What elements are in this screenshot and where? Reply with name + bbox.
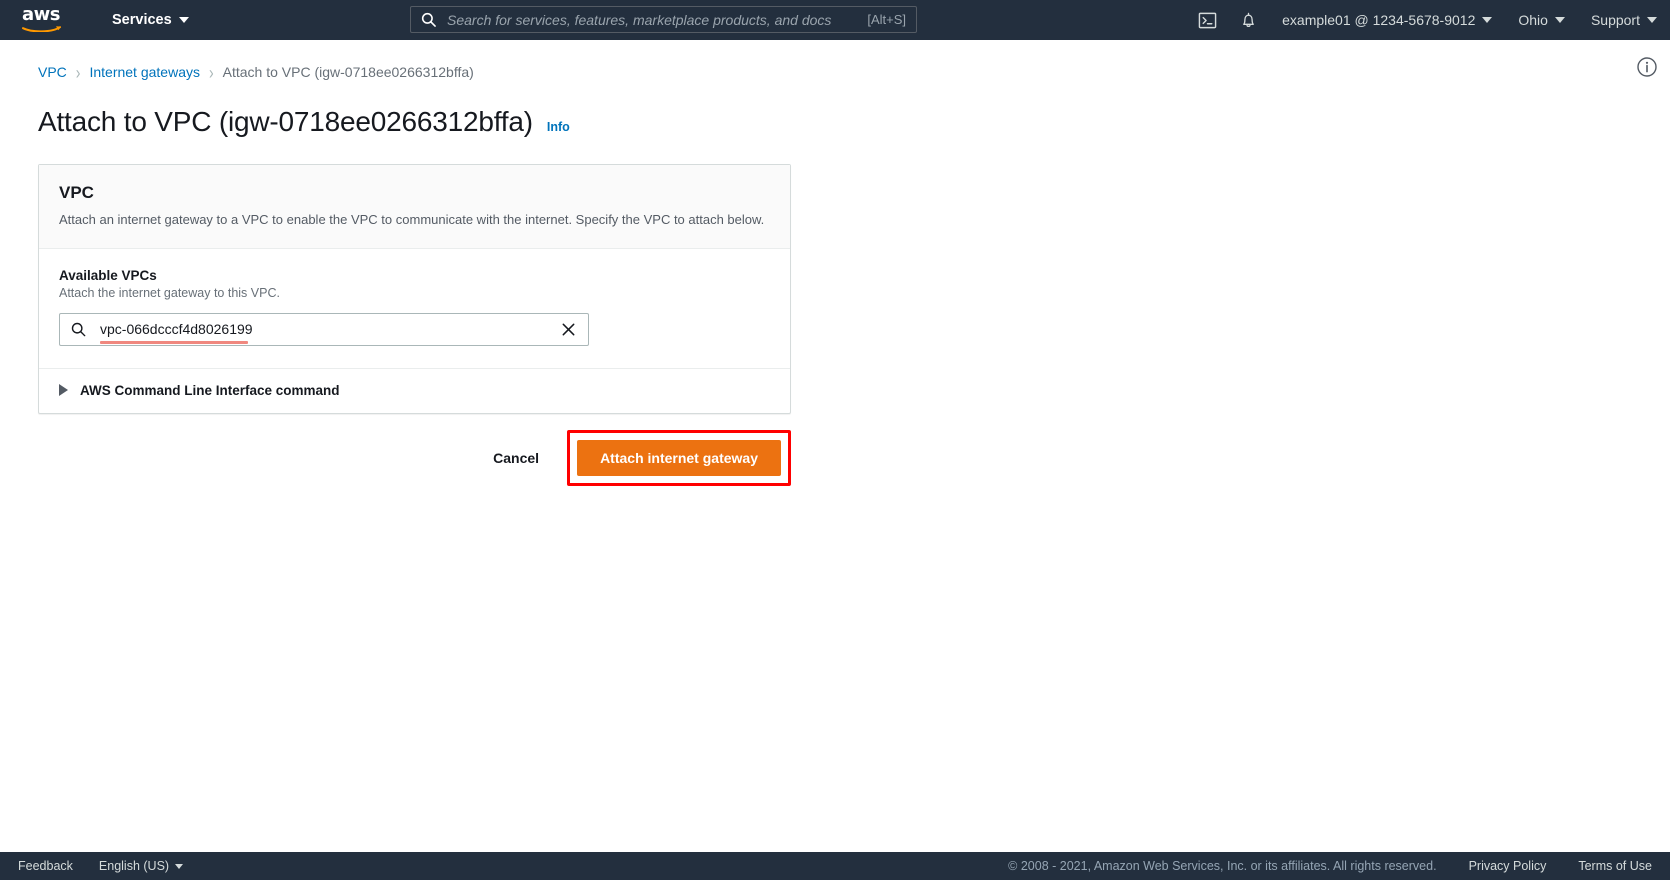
attach-internet-gateway-button[interactable]: Attach internet gateway	[577, 440, 781, 476]
chevron-down-icon	[1555, 17, 1565, 23]
cancel-button[interactable]: Cancel	[475, 442, 557, 474]
chevron-down-icon	[179, 17, 189, 23]
top-nav-right-group: example01 @ 1234-5678-9012 Ohio Support	[1187, 0, 1670, 40]
global-search-placeholder: Search for services, features, marketpla…	[447, 12, 867, 28]
search-icon	[421, 12, 436, 27]
account-menu-button[interactable]: example01 @ 1234-5678-9012	[1269, 0, 1505, 40]
search-icon	[71, 322, 86, 337]
page-info-link[interactable]: Info	[547, 120, 570, 134]
chevron-down-icon	[1482, 17, 1492, 23]
available-vpcs-label: Available VPCs	[59, 268, 770, 283]
vpc-select-value-wrapper: vpc-066dcccf4d8026199	[100, 321, 560, 337]
breadcrumb-item-vpc[interactable]: VPC	[38, 64, 67, 80]
available-vpcs-description: Attach the internet gateway to this VPC.	[59, 286, 770, 300]
vpc-card-header: VPC Attach an internet gateway to a VPC …	[39, 165, 790, 249]
cli-command-label: AWS Command Line Interface command	[80, 383, 340, 398]
bell-icon	[1239, 11, 1258, 30]
services-menu-label: Services	[112, 12, 172, 28]
chevron-right-icon	[59, 384, 68, 396]
breadcrumb-separator: ›	[209, 61, 214, 83]
vpc-card-description: Attach an internet gateway to a VPC to e…	[59, 211, 770, 229]
services-menu-button[interactable]: Services	[112, 12, 189, 28]
vpc-card-heading: VPC	[59, 183, 770, 203]
page-footer: Feedback English (US) © 2008 - 2021, Ama…	[0, 852, 1670, 880]
feedback-link[interactable]: Feedback	[18, 859, 73, 873]
vpc-form-card: VPC Attach an internet gateway to a VPC …	[38, 164, 791, 414]
footer-right-group: © 2008 - 2021, Amazon Web Services, Inc.…	[1008, 859, 1652, 873]
breadcrumb-item-internet-gateways[interactable]: Internet gateways	[89, 64, 200, 80]
privacy-policy-link[interactable]: Privacy Policy	[1469, 859, 1547, 873]
region-menu-label: Ohio	[1518, 12, 1548, 28]
cloudshell-button[interactable]	[1187, 0, 1228, 40]
language-selector-label: English (US)	[99, 859, 169, 873]
footer-left-group: Feedback English (US)	[18, 859, 183, 873]
info-panel-toggle[interactable]	[1636, 56, 1658, 78]
vpc-card-body: Available VPCs Attach the internet gatew…	[39, 249, 790, 369]
breadcrumb-item-current: Attach to VPC (igw-0718ee0266312bffa)	[223, 64, 474, 80]
global-search-shortcut: [Alt+S]	[867, 12, 906, 27]
page-content: VPC › Internet gateways › Attach to VPC …	[0, 40, 1670, 852]
submit-button-highlight: Attach internet gateway	[567, 430, 791, 486]
page-header: Attach to VPC (igw-0718ee0266312bffa) In…	[0, 80, 1670, 138]
notifications-button[interactable]	[1228, 0, 1269, 40]
support-menu-button[interactable]: Support	[1578, 0, 1670, 40]
breadcrumb: VPC › Internet gateways › Attach to VPC …	[0, 40, 1670, 80]
vpc-select-value: vpc-066dcccf4d8026199	[100, 321, 253, 337]
support-menu-label: Support	[1591, 12, 1640, 28]
chevron-down-icon	[1647, 17, 1657, 23]
top-navigation-bar: aws Services Search for services, featur…	[0, 0, 1670, 40]
cloudshell-icon	[1198, 11, 1217, 30]
aws-logo[interactable]: aws	[22, 6, 68, 34]
aws-swoosh-icon	[22, 25, 62, 32]
language-selector[interactable]: English (US)	[99, 859, 183, 873]
close-x-icon	[560, 321, 577, 338]
account-menu-label: example01 @ 1234-5678-9012	[1282, 12, 1475, 28]
vpc-select-input[interactable]: vpc-066dcccf4d8026199	[59, 313, 589, 346]
chevron-down-icon	[175, 864, 183, 869]
form-actions: Cancel Attach internet gateway	[38, 432, 791, 484]
clear-vpc-selection-button[interactable]	[560, 321, 577, 338]
info-circle-icon	[1636, 56, 1658, 78]
page-title: Attach to VPC (igw-0718ee0266312bffa)	[38, 106, 533, 138]
copyright-text: © 2008 - 2021, Amazon Web Services, Inc.…	[1008, 859, 1436, 873]
breadcrumb-separator: ›	[76, 61, 81, 83]
spellcheck-underline	[100, 341, 248, 344]
cli-command-expandable[interactable]: AWS Command Line Interface command	[39, 369, 790, 413]
global-search-input[interactable]: Search for services, features, marketpla…	[410, 6, 917, 33]
aws-wordmark: aws	[22, 6, 68, 24]
terms-of-use-link[interactable]: Terms of Use	[1578, 859, 1652, 873]
region-menu-button[interactable]: Ohio	[1505, 0, 1578, 40]
